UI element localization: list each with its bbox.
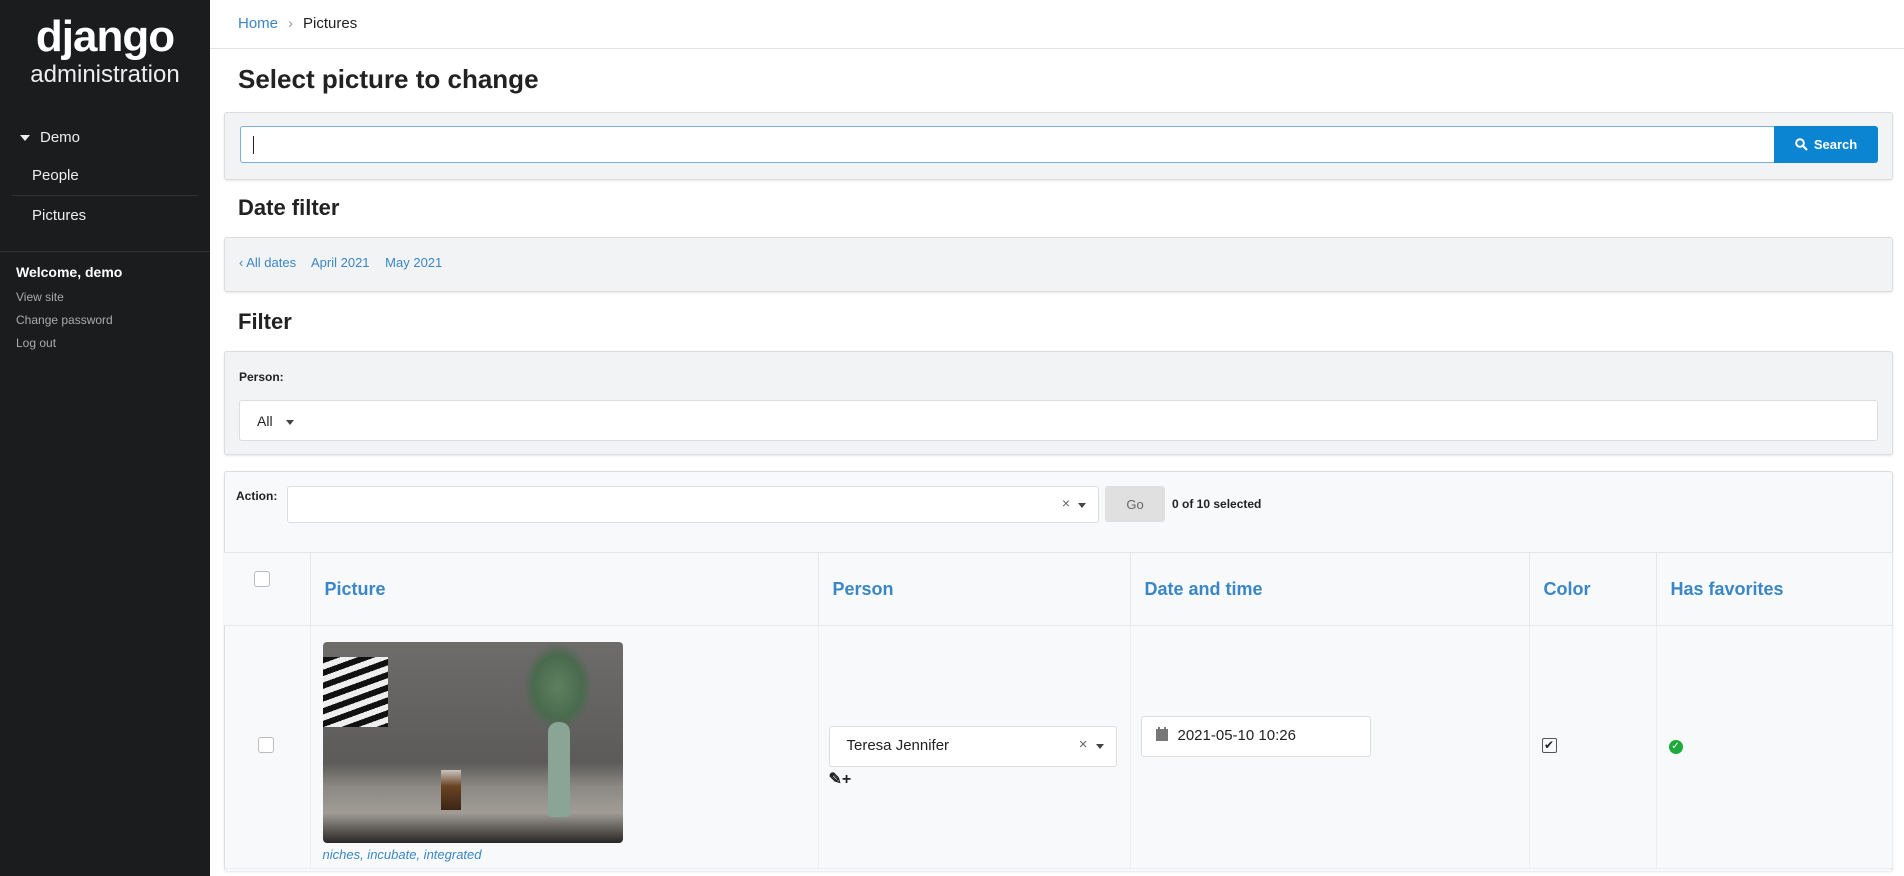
person-filter-select[interactable]: All (239, 400, 1878, 441)
column-color[interactable]: Color (1529, 552, 1657, 626)
view-site-link[interactable]: View site (16, 290, 210, 304)
person-filter-label: Person: (239, 370, 284, 384)
action-label: Action: (236, 489, 278, 503)
column-has-favorites[interactable]: Has favorites (1656, 552, 1893, 626)
date-link-all[interactable]: ‹ All dates (239, 255, 296, 270)
search-button-label: Search (1813, 137, 1858, 152)
sidebar: django administration Demo People Pictur… (0, 0, 210, 876)
main-content: Home › Pictures Select picture to change S… (210, 0, 1904, 876)
results-table: Picture Person Date and time Color Has f… (224, 552, 1893, 869)
breadcrumb-home[interactable]: Home (238, 15, 278, 32)
person-select[interactable]: Teresa Jennifer × (828, 725, 1117, 767)
column-person[interactable]: Person (818, 552, 1131, 626)
page-title: Select picture to change (238, 64, 539, 94)
column-date-and-time[interactable]: Date and time (1130, 552, 1530, 626)
change-password-link[interactable]: Change password (16, 313, 210, 327)
edit-pencil-icon[interactable]: ✎ (829, 771, 842, 788)
nav-group-toggle[interactable]: Demo (0, 126, 210, 150)
person-filter-value: All (257, 413, 273, 429)
breadcrumb: Home › Pictures (210, 0, 1904, 49)
go-button[interactable]: Go (1105, 486, 1165, 522)
nav-group-demo: Demo People Pictures (0, 126, 210, 236)
search-input[interactable] (240, 126, 1792, 163)
welcome-text: Welcome, demo (16, 264, 123, 280)
row-checkbox[interactable] (258, 736, 274, 753)
search-icon (1795, 138, 1808, 151)
caret-down-icon (1095, 743, 1104, 749)
caret-down-icon (286, 419, 295, 425)
sidebar-item-people[interactable]: People (12, 156, 198, 196)
logo-subtitle: administration (30, 61, 180, 88)
filter-panel: Person: All (224, 351, 1893, 455)
search-panel: Search (224, 112, 1893, 180)
clear-icon[interactable]: × (1062, 495, 1070, 511)
filter-heading: Filter (238, 309, 292, 334)
chevron-right-icon: › (288, 15, 294, 32)
logo[interactable]: django administration (0, 0, 210, 90)
nav-group-label: Demo (40, 129, 81, 146)
logo-text: django (35, 12, 175, 61)
caret-down-icon (1078, 503, 1086, 508)
date-link-april-2021[interactable]: April 2021 (311, 255, 370, 270)
date-link-may-2021[interactable]: May 2021 (385, 255, 442, 270)
picture-thumbnail[interactable] (322, 642, 623, 843)
column-picture[interactable]: Picture (310, 552, 819, 626)
date-filter-heading: Date filter (238, 195, 340, 220)
text-cursor (253, 136, 254, 154)
date-filter-panel: ‹ All dates April 2021 May 2021 (224, 237, 1893, 292)
breadcrumb-current: Pictures (303, 15, 358, 32)
search-button[interactable]: Search (1774, 126, 1878, 163)
select-all-checkbox[interactable] (254, 571, 270, 587)
selection-counter: 0 of 10 selected (1172, 497, 1262, 511)
picture-tags[interactable]: niches, incubate, integrated (323, 847, 818, 862)
calendar-icon[interactable] (1155, 726, 1168, 741)
sidebar-item-pictures[interactable]: Pictures (12, 196, 198, 236)
has-favorites-true-icon: ✓ (1668, 739, 1683, 754)
logout-link[interactable]: Log out (16, 336, 210, 350)
clear-icon[interactable]: × (1079, 736, 1088, 753)
add-plus-icon[interactable]: + (842, 771, 851, 788)
action-select[interactable]: × (287, 486, 1099, 523)
select-all-cell (224, 552, 311, 626)
person-value: Teresa Jennifer (846, 736, 950, 754)
user-tools: Welcome, demo View site Change password … (0, 251, 210, 359)
table-header: Picture Person Date and time Color Has f… (224, 552, 1893, 626)
table-row: niches, incubate, integrated Teresa Jenn… (224, 625, 1893, 869)
color-checkbox[interactable]: ✔ (1541, 737, 1557, 753)
caret-down-icon (20, 135, 30, 142)
datetime-value: 2021-05-10 10:26 (1177, 726, 1296, 744)
datetime-input[interactable]: 2021-05-10 10:26 (1140, 715, 1371, 757)
